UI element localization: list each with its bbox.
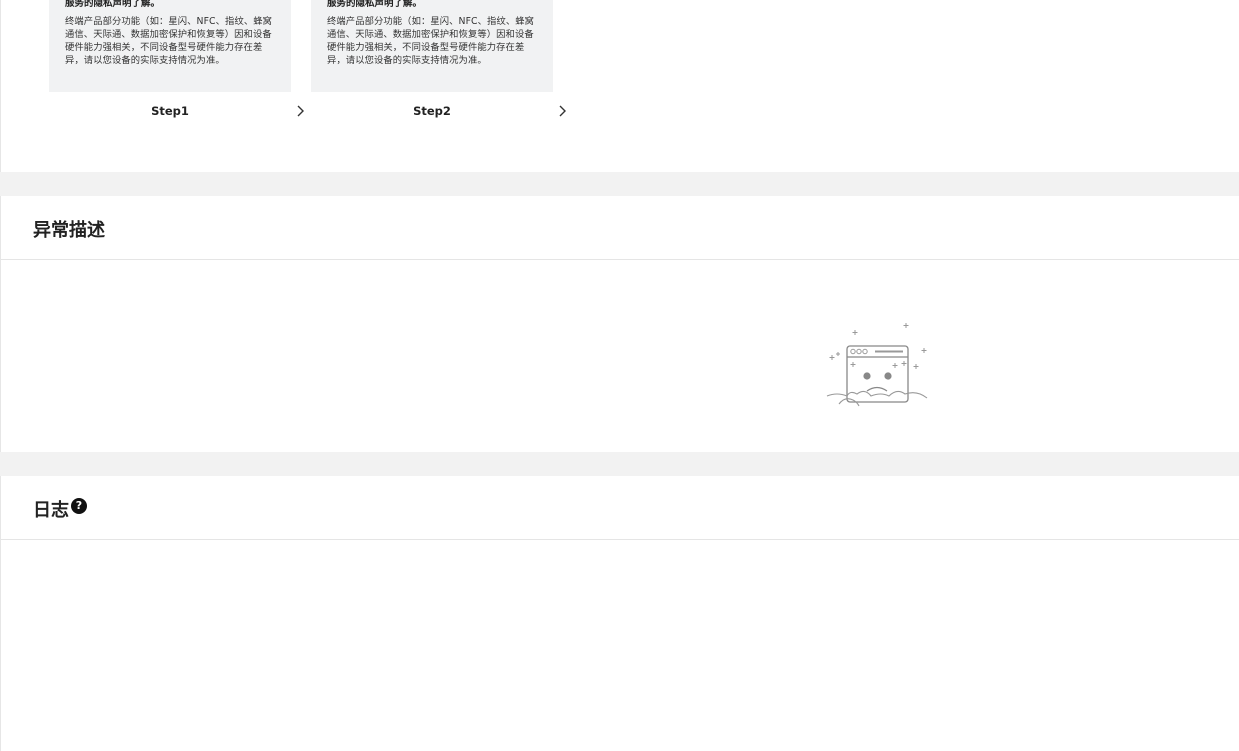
step-card-bold-text: 服务的隐私声明了解。 <box>65 0 161 9</box>
step-card-body-text: 终端产品部分功能（如：星闪、NFC、指纹、蜂窝通信、天际通、数据加密保护和恢复等… <box>65 16 273 66</box>
step-card-bold-text: 服务的隐私声明了解。 <box>327 0 423 9</box>
section-header: 日志 ? <box>1 476 1239 540</box>
chevron-right-icon[interactable] <box>296 104 306 118</box>
section-header: 异常描述 <box>1 196 1239 260</box>
anomaly-title: 异常描述 <box>33 220 105 241</box>
empty-state-sad-browser-icon <box>826 323 928 407</box>
step-label-2: Step2 <box>413 104 451 118</box>
section-divider <box>0 172 1239 196</box>
steps-section: 服务的隐私声明了解。 终端产品部分功能（如：星闪、NFC、指纹、蜂窝通信、天际通… <box>0 0 1239 172</box>
step-card-body-text: 终端产品部分功能（如：星闪、NFC、指纹、蜂窝通信、天际通、数据加密保护和恢复等… <box>327 16 535 66</box>
step-label-1: Step1 <box>151 104 189 118</box>
chevron-right-icon[interactable] <box>558 104 568 118</box>
section-divider <box>0 452 1239 476</box>
step-card-2: 服务的隐私声明了解。 终端产品部分功能（如：星闪、NFC、指纹、蜂窝通信、天际通… <box>311 0 553 92</box>
logs-section: 日志 ? <box>0 476 1239 751</box>
anomaly-description-section: 异常描述 <box>0 196 1239 452</box>
question-circle-icon[interactable]: ? <box>71 498 87 514</box>
logs-title: 日志 <box>33 500 69 521</box>
step-card-1: 服务的隐私声明了解。 终端产品部分功能（如：星闪、NFC、指纹、蜂窝通信、天际通… <box>49 0 291 92</box>
